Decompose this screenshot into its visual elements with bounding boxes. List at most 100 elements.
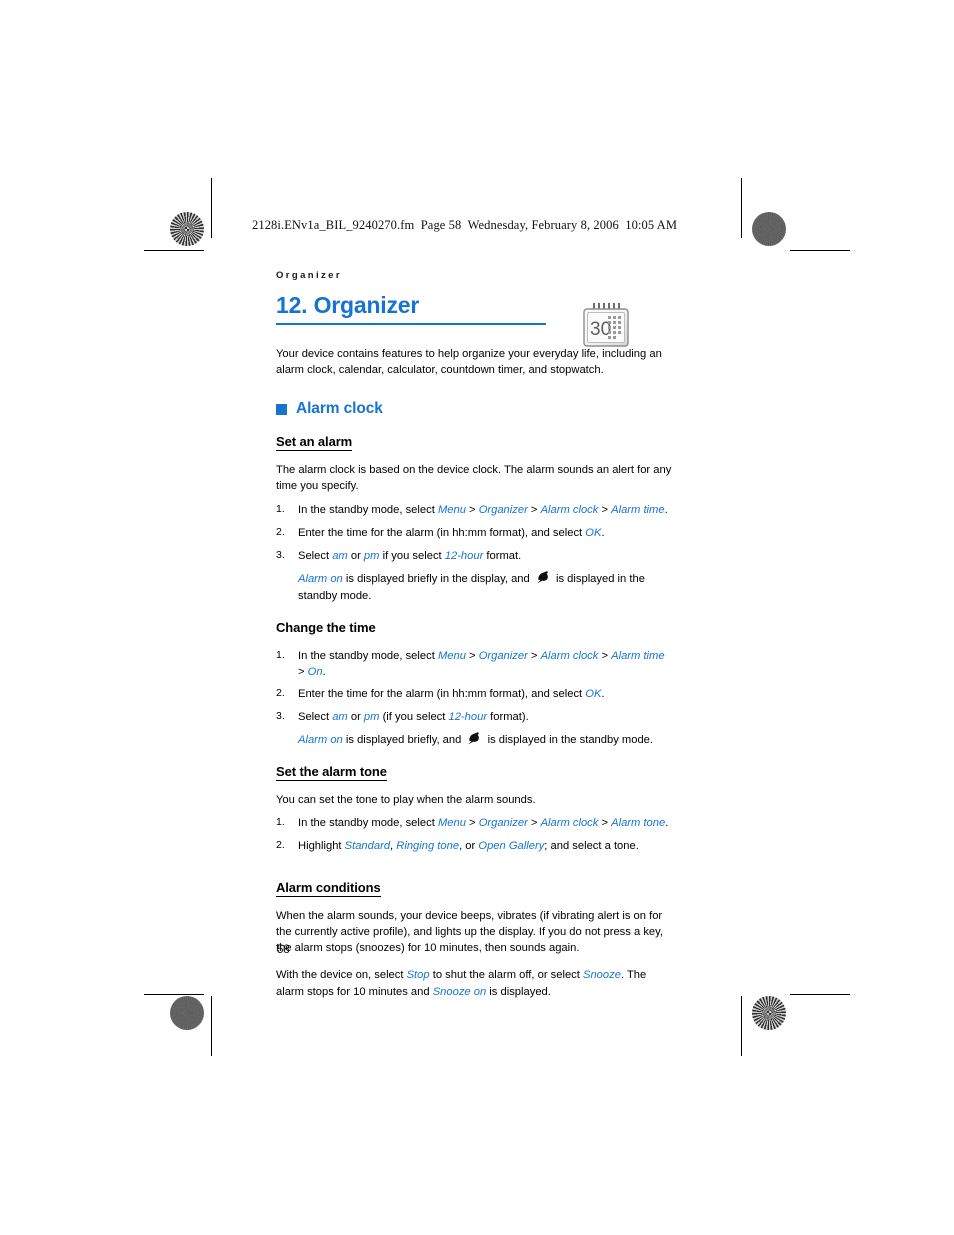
list-item-number: 1. bbox=[276, 816, 285, 829]
body-text: to shut the alarm off, or select bbox=[429, 969, 583, 982]
alarm-bell-icon bbox=[536, 571, 550, 584]
subheading-set-an-alarm: Set an alarm bbox=[276, 434, 353, 452]
body-text: In the standby mode, select bbox=[298, 503, 438, 516]
list-item: 3. Select am or pm (if you select 12-hour… bbox=[276, 709, 672, 725]
ui-reference: am bbox=[332, 550, 348, 563]
subheading-alarm-conditions: Alarm conditions bbox=[276, 879, 381, 897]
crop-rule-bottom-left-vertical bbox=[211, 996, 213, 1056]
body-text: . bbox=[665, 817, 669, 830]
list-item-number: 3. bbox=[276, 549, 285, 562]
ui-reference: Organizer bbox=[478, 649, 528, 662]
alarm-conditions-paragraph-2: With the device on, select Stop to shut … bbox=[276, 967, 672, 999]
body-text: ; and select a tone. bbox=[544, 840, 639, 853]
body-text: or bbox=[347, 550, 364, 563]
crop-rule-upper-left-horizontal bbox=[144, 250, 204, 252]
square-bullet-icon bbox=[276, 403, 287, 415]
list-item-number: 2. bbox=[276, 839, 285, 852]
change-the-time-note: Alarm on is displayed briefly, and is di… bbox=[298, 731, 672, 748]
ui-reference: Alarm on bbox=[298, 733, 343, 746]
list-item: 1. In the standby mode, select Menu > Org… bbox=[276, 648, 672, 680]
registration-mark-bottom-center bbox=[461, 996, 495, 1030]
ui-reference: Alarm clock bbox=[540, 503, 599, 516]
section-heading-label: Alarm clock bbox=[296, 400, 383, 418]
chapter-intro-paragraph: Your device contains features to help or… bbox=[276, 347, 662, 376]
body-text: > bbox=[598, 503, 612, 516]
body-text: In the standby mode, select bbox=[298, 649, 438, 662]
body-text: > bbox=[465, 649, 479, 662]
title-rule bbox=[276, 323, 546, 325]
ui-reference: Alarm time bbox=[611, 649, 665, 662]
print-density-star-top-right bbox=[752, 212, 786, 246]
print-density-star-top-left bbox=[170, 212, 204, 246]
crop-rule-lower-right-horizontal bbox=[790, 994, 850, 996]
list-item: 1. In the standby mode, select Menu > Org… bbox=[276, 815, 672, 831]
alarm-bell-icon bbox=[467, 731, 481, 745]
print-density-star-bottom-left bbox=[170, 996, 204, 1030]
body-text: is displayed in the standby mode. bbox=[484, 733, 654, 746]
list-item: 1. In the standby mode, select Menu > Org… bbox=[276, 502, 672, 518]
section-heading-alarm-clock: Alarm clock bbox=[276, 400, 672, 418]
page-title: 12. Organizer bbox=[276, 292, 420, 318]
registration-mark-mid-left bbox=[172, 600, 206, 634]
page-content: Organizer 12. Organizer Your device cont… bbox=[276, 270, 672, 1000]
page-number: 58 bbox=[277, 944, 290, 956]
framemaker-header-line: 2128i.ENv1a_BIL_9240270.fm Page 58 Wedne… bbox=[252, 218, 678, 232]
list-item: 3. Select am or pm if you select 12-hour … bbox=[276, 548, 672, 564]
list-item-number: 1. bbox=[276, 648, 285, 661]
body-text: format). bbox=[487, 710, 529, 723]
running-head: Organizer bbox=[276, 270, 342, 281]
registration-mark-bottom-left bbox=[222, 996, 256, 1030]
body-text: (if you select bbox=[379, 710, 449, 723]
body-text: Enter the time for the alarm (in hh:mm f… bbox=[298, 526, 586, 539]
crop-rule-upper-right-horizontal bbox=[790, 250, 850, 252]
ui-reference: OK bbox=[585, 688, 602, 701]
body-text: if you select bbox=[379, 550, 445, 563]
crop-rule-top-left-vertical bbox=[211, 178, 213, 238]
body-text: is displayed briefly, and bbox=[342, 733, 465, 746]
ui-reference: Alarm tone bbox=[611, 817, 666, 830]
ui-reference: pm bbox=[363, 710, 380, 723]
registration-mark-bottom-right bbox=[706, 996, 740, 1030]
crop-rule-lower-left-horizontal bbox=[144, 994, 204, 996]
subheading-set-the-alarm-tone: Set the alarm tone bbox=[276, 764, 387, 782]
ui-reference: Snooze on bbox=[432, 985, 487, 998]
list-item-number: 1. bbox=[276, 502, 285, 515]
change-the-time-steps: 1. In the standby mode, select Menu > Org… bbox=[276, 648, 672, 725]
ui-reference: 12-hour bbox=[444, 550, 484, 563]
set-an-alarm-intro: The alarm clock is based on the device c… bbox=[276, 464, 672, 493]
body-text: Enter the time for the alarm (in hh:mm f… bbox=[298, 688, 586, 701]
body-text: . bbox=[601, 526, 605, 539]
ui-reference: Open Gallery bbox=[478, 840, 545, 853]
ui-reference: Stop bbox=[406, 969, 430, 982]
ui-reference: Organizer bbox=[478, 817, 528, 830]
ui-reference: Menu bbox=[437, 649, 466, 662]
body-text: or bbox=[347, 710, 364, 723]
body-text: > bbox=[527, 503, 541, 516]
crop-rule-bottom-right-vertical bbox=[741, 996, 743, 1056]
ui-reference: Menu bbox=[437, 817, 466, 830]
body-text: > bbox=[465, 503, 479, 516]
body-text: Highlight bbox=[298, 840, 345, 853]
ui-reference: OK bbox=[585, 526, 602, 539]
ui-reference: Alarm clock bbox=[540, 649, 599, 662]
registration-mark-upper-left-corner bbox=[170, 252, 204, 286]
body-text: format. bbox=[483, 550, 522, 563]
ui-reference: Menu bbox=[437, 503, 466, 516]
subheading-change-the-time: Change the time bbox=[276, 619, 376, 635]
body-text: . bbox=[322, 666, 326, 679]
list-item: 2. Enter the time for the alarm (in hh:mm… bbox=[276, 525, 672, 541]
ui-reference: am bbox=[332, 710, 348, 723]
alarm-conditions-paragraph-1: When the alarm sounds, your device beeps… bbox=[276, 909, 663, 955]
ui-reference: Alarm clock bbox=[540, 817, 599, 830]
body-text: is displayed briefly in the display, and bbox=[342, 573, 533, 586]
body-text: is displayed. bbox=[486, 985, 551, 998]
ui-reference: pm bbox=[363, 550, 380, 563]
body-text: > bbox=[298, 666, 308, 679]
ui-reference: Organizer bbox=[478, 503, 528, 516]
set-an-alarm-note: Alarm on is displayed briefly in the dis… bbox=[298, 571, 672, 603]
ui-reference: Alarm on bbox=[298, 573, 343, 586]
body-text: , or bbox=[459, 840, 479, 853]
list-item: 2. Highlight Standard, Ringing tone, or O… bbox=[276, 838, 672, 854]
crop-rule-top-right-vertical bbox=[741, 178, 743, 238]
body-text: > bbox=[465, 817, 479, 830]
